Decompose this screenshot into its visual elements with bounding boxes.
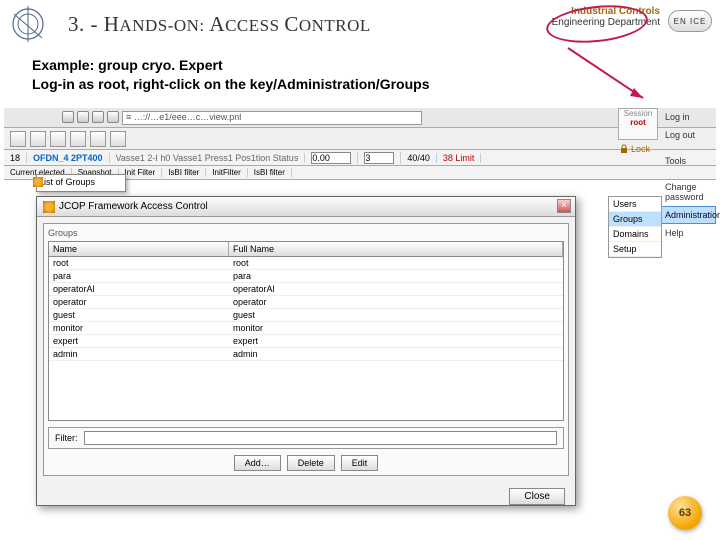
- submenu-setup[interactable]: Setup: [609, 242, 661, 257]
- screenshot-region: ≡ …://…e1/eee…c…view.pnl 18 OFDN_4 2PT40…: [4, 108, 716, 528]
- context-menu: Log in Log out Tools Change password Adm…: [660, 108, 716, 242]
- menu-item-help[interactable]: Help: [660, 224, 716, 242]
- edit-button[interactable]: Edit: [341, 455, 379, 471]
- menu-item-login[interactable]: Log in: [660, 108, 716, 126]
- menu-item-tools[interactable]: Tools: [660, 152, 716, 170]
- table-row[interactable]: adminadmin: [49, 348, 563, 361]
- toolbar-icon[interactable]: [10, 131, 26, 147]
- delete-button[interactable]: Delete: [287, 455, 335, 471]
- col-fullname[interactable]: Full Name: [229, 242, 563, 256]
- enice-badge: EN ICE: [668, 10, 712, 32]
- toolbar-icon[interactable]: [70, 131, 86, 147]
- submenu-groups[interactable]: Groups: [609, 212, 661, 227]
- nav-icons: [62, 111, 119, 123]
- app-icon: [43, 201, 55, 213]
- table-row[interactable]: guestguest: [49, 309, 563, 322]
- access-control-dialog: JCOP Framework Access Control × Groups N…: [36, 196, 576, 506]
- table-row[interactable]: rootroot: [49, 257, 563, 270]
- groups-legend: Groups: [48, 228, 564, 238]
- toolbar-icon[interactable]: [30, 131, 46, 147]
- toolbar-icon[interactable]: [110, 131, 126, 147]
- add-button[interactable]: Add…: [234, 455, 281, 471]
- menu-item-administration[interactable]: Administration: [660, 206, 716, 224]
- session-box: Session root: [618, 108, 658, 140]
- page-number: 63: [668, 496, 702, 530]
- dialog-titlebar: JCOP Framework Access Control ×: [37, 197, 575, 217]
- lock-indicator[interactable]: Lock: [619, 144, 650, 154]
- groups-table[interactable]: Name Full Name rootrootparaparaoperatorA…: [48, 241, 564, 421]
- col-name[interactable]: Name: [49, 242, 229, 256]
- table-row[interactable]: parapara: [49, 270, 563, 283]
- table-row[interactable]: operatorAloperatorAl: [49, 283, 563, 296]
- toolbar-icon[interactable]: [90, 131, 106, 147]
- filter-input[interactable]: [84, 431, 558, 445]
- close-button[interactable]: Close: [509, 488, 565, 505]
- table-row[interactable]: expertexpert: [49, 335, 563, 348]
- close-icon[interactable]: ×: [557, 199, 571, 213]
- menu-item-changepw[interactable]: Change password: [660, 178, 716, 206]
- value-field[interactable]: [311, 152, 351, 164]
- table-row[interactable]: monitormonitor: [49, 322, 563, 335]
- submenu-domains[interactable]: Domains: [609, 227, 661, 242]
- toolbar-icon[interactable]: [50, 131, 66, 147]
- slide-title: 3. - HANDS-ON: ACCESS CONTROL: [68, 12, 371, 37]
- callout-arrow: [558, 46, 648, 106]
- value-field[interactable]: [364, 152, 394, 164]
- list-of-groups-label: List of Groups: [36, 174, 126, 192]
- submenu-users[interactable]: Users: [609, 197, 661, 212]
- filter-row: Filter:: [48, 427, 564, 449]
- admin-submenu: Users Groups Domains Setup: [608, 196, 662, 258]
- cern-logo: [8, 4, 48, 44]
- menu-item-logout[interactable]: Log out: [660, 126, 716, 144]
- table-row[interactable]: operatoroperator: [49, 296, 563, 309]
- url-field[interactable]: ≡ …://…e1/eee…c…view.pnl: [122, 111, 422, 125]
